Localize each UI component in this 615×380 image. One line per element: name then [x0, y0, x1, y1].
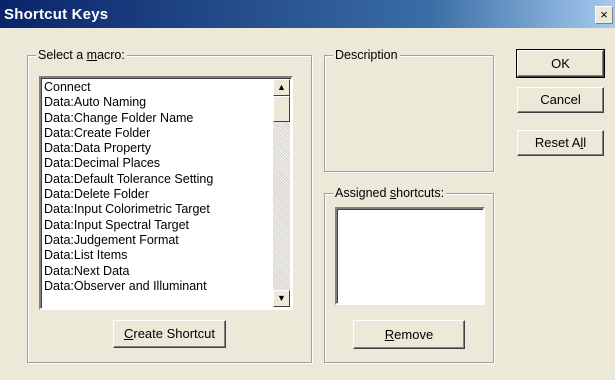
macro-list-item[interactable]: Data:Observer and Illuminant [43, 279, 273, 294]
macro-list-item[interactable]: Data:Decimal Places [43, 156, 273, 171]
macro-scrollbar[interactable]: ▲ ▼ [273, 79, 290, 307]
shortcut-keys-dialog: Shortcut Keys × Select a macro: Connect D… [0, 0, 615, 380]
select-macro-label: Select a macro: [36, 48, 127, 62]
macro-list-item[interactable]: Data:List Items [43, 248, 273, 263]
macro-list-item[interactable]: Data:Auto Naming [43, 95, 273, 110]
macro-list-item[interactable]: Data:Default Tolerance Setting [43, 172, 273, 187]
macro-list-item[interactable]: Data:Create Folder [43, 126, 273, 141]
assigned-shortcuts-listbox[interactable] [335, 207, 485, 305]
macro-list-item[interactable]: Data:Input Colorimetric Target [43, 202, 273, 217]
cancel-button[interactable]: Cancel [517, 87, 604, 113]
macro-list-item[interactable]: Connect [43, 80, 273, 95]
ok-button[interactable]: OK [516, 49, 605, 78]
scroll-down-button[interactable]: ▼ [273, 290, 290, 307]
create-shortcut-button[interactable]: Create Shortcut [113, 320, 226, 348]
macro-list-item[interactable]: Data:Change Folder Name [43, 111, 273, 126]
arrow-up-icon: ▲ [277, 82, 286, 92]
select-macro-group: Select a macro: Connect Data:Auto Naming D… [27, 48, 312, 363]
scroll-up-button[interactable]: ▲ [273, 79, 290, 96]
arrow-down-icon: ▼ [277, 293, 286, 303]
description-group: Description [324, 48, 494, 172]
scroll-thumb[interactable] [273, 96, 290, 122]
assigned-shortcuts-group: Assigned shortcuts: Remove [324, 186, 494, 363]
title-bar[interactable]: Shortcut Keys × [0, 0, 615, 28]
description-label: Description [333, 48, 400, 62]
macro-list-item[interactable]: Data:Data Property [43, 141, 273, 156]
window-title: Shortcut Keys [4, 6, 109, 23]
assigned-shortcuts-label: Assigned shortcuts: [333, 186, 447, 200]
macro-listbox[interactable]: Connect Data:Auto Naming Data:Change Folde… [39, 76, 293, 310]
reset-all-button[interactable]: Reset All [517, 130, 604, 156]
macro-list: Connect Data:Auto Naming Data:Change Folde… [43, 80, 273, 306]
macro-list-item[interactable]: Data:Input Spectral Target [43, 218, 273, 233]
close-button[interactable]: × [595, 6, 613, 24]
close-icon: × [600, 7, 608, 22]
macro-list-item[interactable]: Data:Delete Folder [43, 187, 273, 202]
remove-button[interactable]: Remove [353, 320, 465, 349]
macro-list-item[interactable]: Data:Next Data [43, 264, 273, 279]
macro-list-item[interactable]: Data:Judgement Format [43, 233, 273, 248]
